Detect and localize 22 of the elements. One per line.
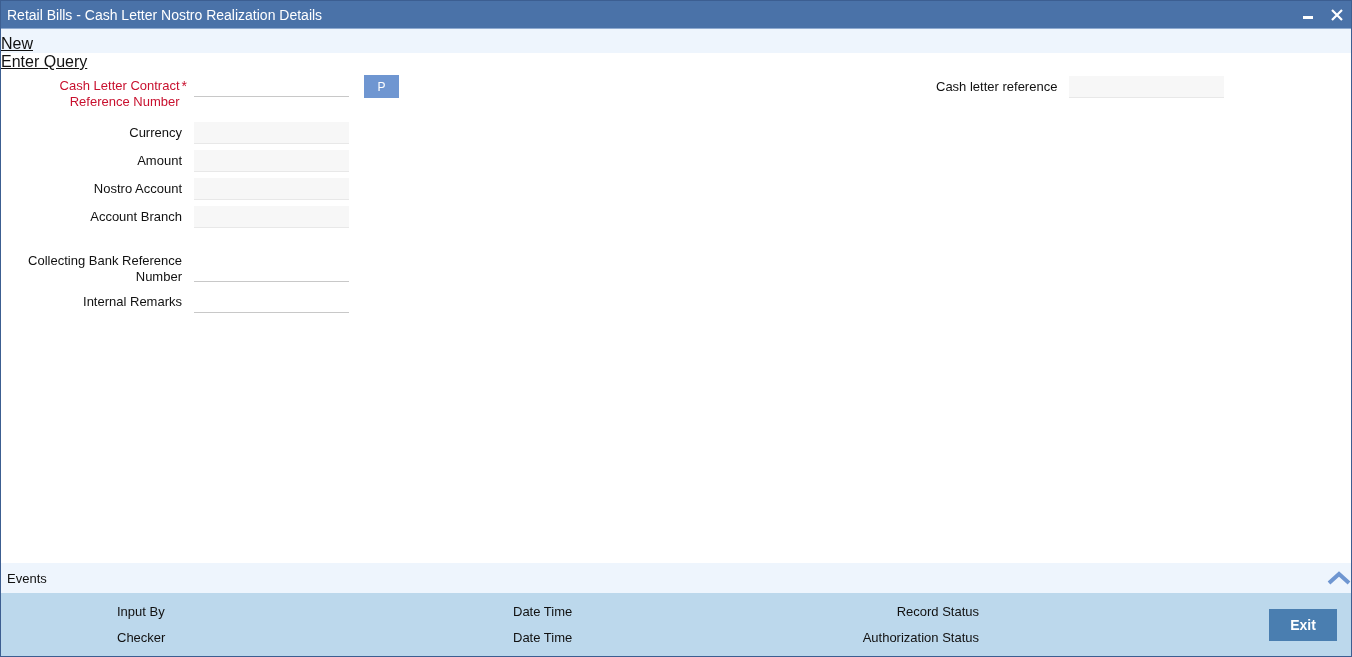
audit-label: Record Status	[896, 604, 979, 619]
enter-query-link[interactable]: Enter Query	[1, 53, 88, 71]
field-label: Currency	[128, 124, 182, 141]
audit-label: Checker	[117, 630, 167, 645]
field-label: Cash Letter Contract Reference Number	[58, 78, 180, 110]
field-label: Cash letter reference	[936, 78, 1058, 95]
audit-label: Date Time	[513, 604, 574, 619]
field-label: Account Branch	[89, 208, 182, 225]
chevron-up-icon[interactable]	[1327, 571, 1351, 585]
audit-label: Input By	[117, 604, 166, 619]
field-label: Nostro Account	[92, 180, 182, 197]
close-button[interactable]	[1331, 8, 1343, 21]
events-label: Events	[7, 570, 47, 586]
audit-label: Authorization Status	[862, 630, 979, 645]
window-title: Retail Bills - Cash Letter Nostro Realization Details	[7, 6, 324, 23]
required-mark: *	[181, 78, 187, 96]
field-label: Internal Remarks	[82, 293, 182, 310]
field-label: Amount	[136, 152, 182, 169]
new-link[interactable]: New	[1, 35, 33, 53]
exit-button[interactable]: Exit	[1269, 608, 1337, 641]
audit-label: Date Time	[513, 630, 574, 645]
field-label: Collecting Bank Reference Number	[27, 252, 182, 285]
